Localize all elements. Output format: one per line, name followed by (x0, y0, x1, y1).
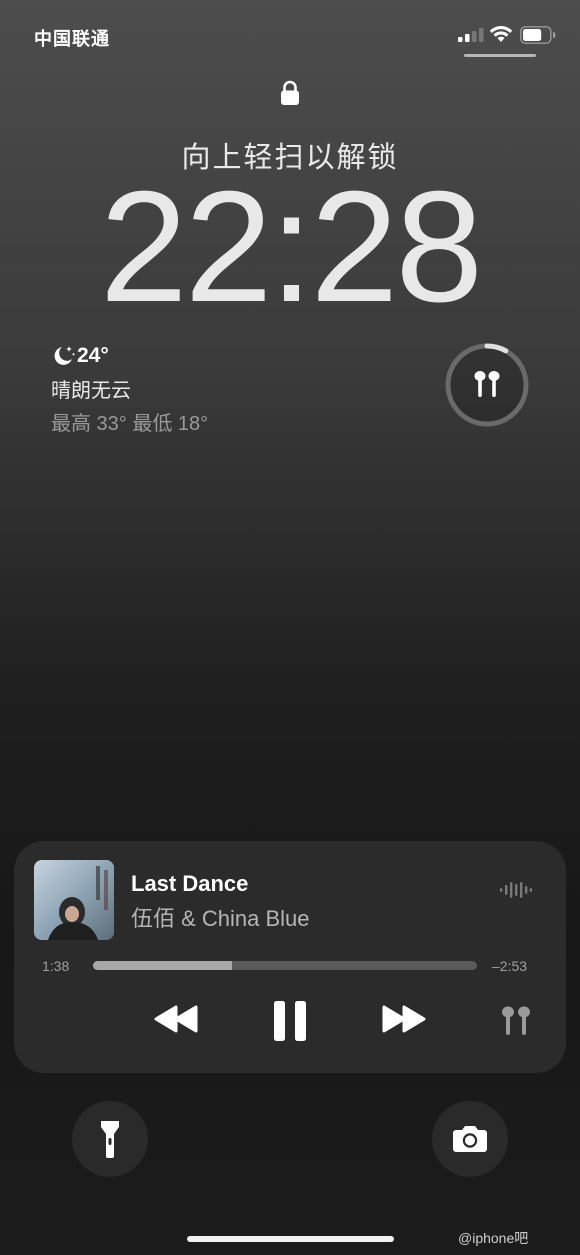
airpods-output-button[interactable] (496, 1003, 536, 1043)
watermark: @iphone吧 (458, 1230, 529, 1246)
lock-icon (281, 80, 299, 105)
weather-high-low: 最高 33° 最低 18° (51, 413, 209, 435)
fast-forward-button[interactable] (380, 1003, 428, 1035)
song-artist[interactable]: 伍佰 & China Blue (131, 901, 310, 933)
control-center-indicator[interactable] (464, 54, 536, 57)
carrier-name: 中国联通 (34, 29, 110, 49)
song-title[interactable]: Last Dance (131, 871, 248, 897)
rewind-button[interactable] (152, 1003, 200, 1035)
weather-widget[interactable]: 24° 晴朗无云 最高 33° 最低 18° (51, 344, 208, 436)
moon-stars-icon (54, 346, 76, 365)
remaining-time: –2:53 (492, 958, 528, 974)
waveform-icon (500, 882, 532, 898)
album-artwork-image (34, 860, 114, 940)
flashlight-button[interactable] (72, 1101, 148, 1177)
camera-button[interactable] (432, 1101, 508, 1177)
battery-icon (520, 26, 556, 44)
pause-button[interactable] (272, 999, 308, 1043)
flashlight-icon (101, 1121, 119, 1158)
wifi-icon (489, 26, 513, 42)
playback-progress-fill (93, 961, 232, 970)
playback-scrubber[interactable] (93, 961, 477, 970)
album-artwork[interactable] (34, 860, 114, 940)
weather-temp-row: 24° (51, 344, 208, 368)
weather-condition: 晴朗无云 (51, 380, 131, 402)
now-playing-card[interactable]: Last Dance 伍佰 & China Blue 1:38 –2:53 (14, 841, 566, 1073)
camera-icon (453, 1126, 487, 1152)
home-indicator[interactable] (187, 1236, 394, 1242)
cellular-signal-icon (458, 28, 484, 42)
weather-temperature: 24° (77, 344, 109, 367)
elapsed-time: 1:38 (42, 958, 70, 974)
lock-screen-clock: 22:28 (99, 159, 483, 335)
airpods-battery-widget[interactable] (444, 342, 530, 428)
